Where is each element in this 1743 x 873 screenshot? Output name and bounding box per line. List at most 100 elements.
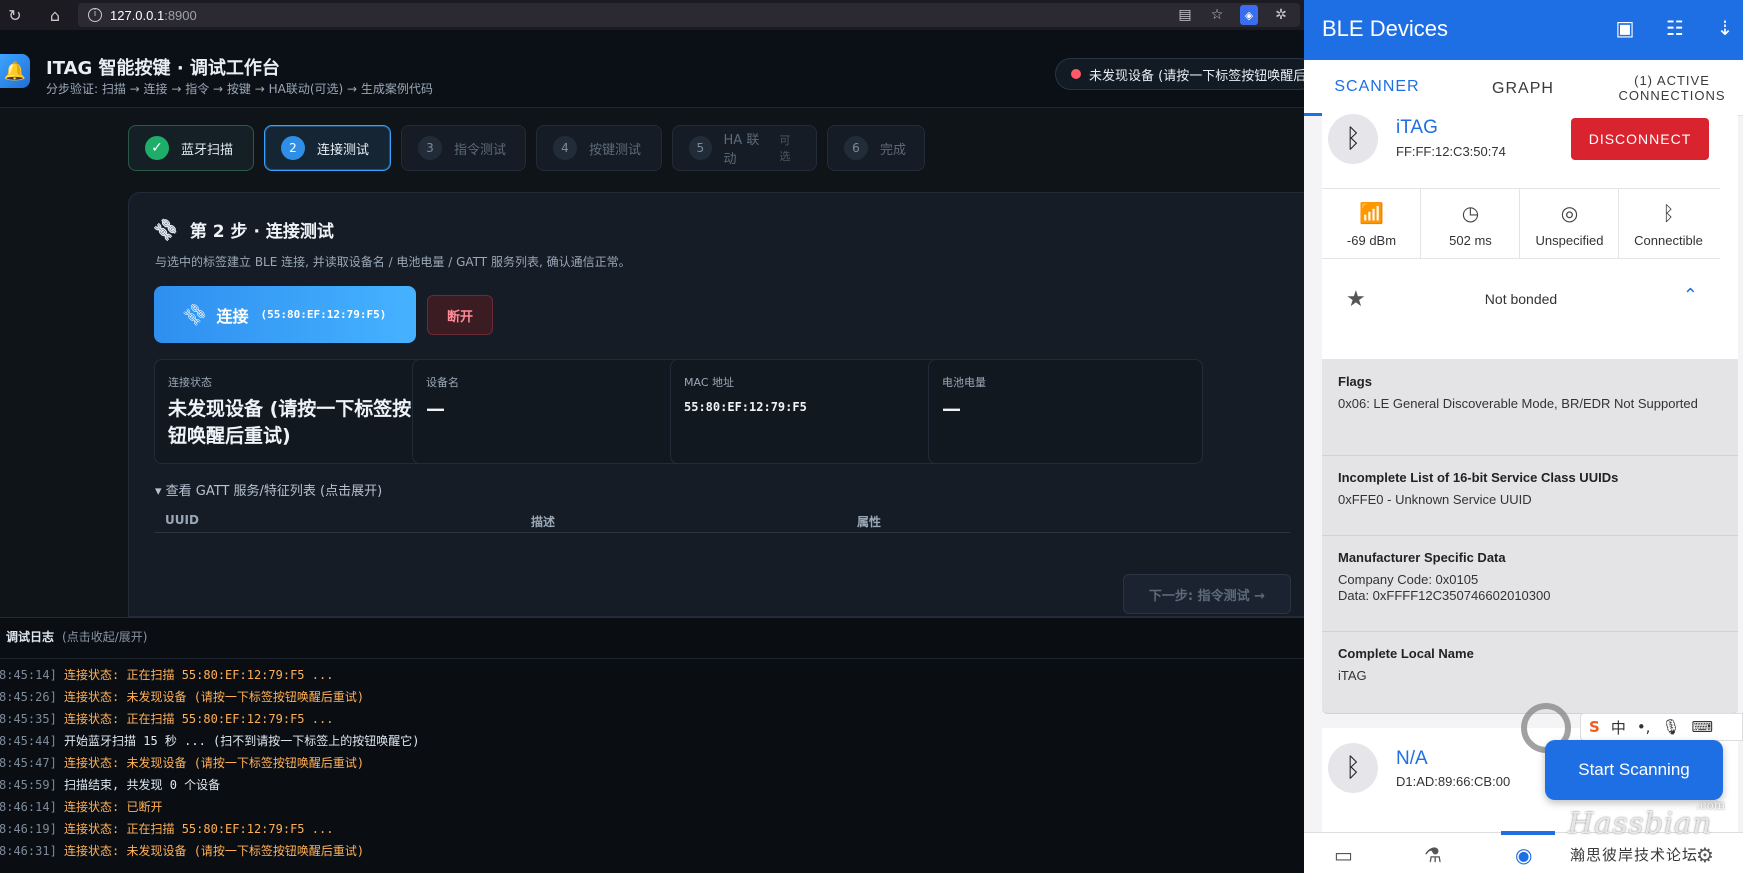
- col-desc: 描述: [531, 515, 556, 529]
- chinese-mode-icon[interactable]: 中: [1611, 717, 1626, 738]
- clock-icon: ◷: [1461, 201, 1480, 225]
- interval-metric: ◷ 502 ms: [1421, 189, 1520, 259]
- log-message: 连接状态: 正在扫描 55:80:EF:12:79:F5 ...: [56, 668, 334, 682]
- log-time: 8:45:14]: [0, 668, 57, 682]
- app-subtitle: 分步验证: 扫描 → 连接 → 指令 → 按键 → HA联动(可选) → 生成案…: [46, 82, 433, 96]
- adv-detail: 0x06: LE General Discoverable Mode, BR/E…: [1338, 396, 1698, 411]
- adv-manufacturer: Manufacturer Specific Data Company Code:…: [1322, 536, 1738, 632]
- adv-detail: iTAG: [1338, 668, 1367, 683]
- card-value: 55:80:EF:12:79:F5: [684, 400, 807, 414]
- watermark-brand: Hassbian: [1568, 806, 1713, 840]
- step-optional-tag: 可选: [779, 134, 791, 163]
- adv-local-name: Complete Local Name iTAG: [1322, 632, 1738, 714]
- home-icon[interactable]: ⌂: [40, 0, 70, 30]
- log-line: 8:46:31] 连接状态: 未发现设备 (请按一下标签按钮唤醒后重试): [0, 840, 1304, 862]
- panel-description: 与选中的标签建立 BLE 连接, 并读取设备名 / 电池电量 / GATT 服务…: [155, 255, 631, 269]
- radar-nav-icon[interactable]: ◉: [1515, 843, 1532, 867]
- microphone-icon[interactable]: 🎙: [1661, 718, 1680, 736]
- adv-title: Flags: [1338, 374, 1372, 389]
- step-command[interactable]: 3 指令测试: [401, 125, 526, 171]
- info-icon[interactable]: i: [88, 8, 102, 22]
- log-time: 8:45:47]: [0, 756, 57, 770]
- watermark: Hassbian .com 瀚思彼岸技术论坛: [1568, 798, 1743, 866]
- step-ha[interactable]: 5 HA 联动 可选: [672, 125, 817, 171]
- card-value: —: [426, 398, 445, 420]
- antenna-icon: ◎: [1560, 201, 1579, 225]
- shield-extension-icon[interactable]: ◈: [1240, 5, 1258, 25]
- card-key: 连接状态: [168, 376, 212, 389]
- punctuation-icon[interactable]: •,: [1637, 718, 1651, 736]
- step-tabs: ✓ 蓝牙扫描 2 连接测试 3 指令测试 4 按键测试 5 HA 联动 可选 6: [128, 125, 925, 171]
- connect-label: 连接: [216, 306, 249, 326]
- address-bar[interactable]: i 127.0.0.1:8900 ▤ ☆ ◈ ✲: [78, 3, 1300, 27]
- check-icon: ✓: [145, 136, 169, 160]
- connection-status-pill: 未发现设备 (请按一下标签按钮唤醒后重试): [1055, 58, 1315, 90]
- filter-sliders-icon[interactable]: ☷: [1661, 14, 1689, 42]
- conn-status-card: 连接状态 未发现设备 (请按一下标签按钮唤醒后重试): [154, 359, 429, 464]
- step-number: 5: [689, 136, 712, 160]
- battery-card: 电池电量 —: [928, 359, 1203, 464]
- adv-detail: 0xFFE0 - Unknown Service UUID: [1338, 492, 1532, 507]
- watermark-text: 瀚思彼岸技术论坛: [1570, 846, 1699, 864]
- debug-log: 调试日志 (点击收起/展开) 8:45:14] 连接状态: 正在扫描 55:80:…: [0, 617, 1304, 873]
- rssi-metric: 📶 -69 dBm: [1322, 189, 1421, 259]
- mac-card: MAC 地址 55:80:EF:12:79:F5: [670, 359, 945, 464]
- reader-mode-icon[interactable]: ▤: [1176, 5, 1194, 25]
- log-message: 连接状态: 未发现设备 (请按一下标签按钮唤醒后重试): [56, 844, 365, 858]
- sogou-logo-icon[interactable]: S: [1589, 718, 1600, 736]
- tx-value: Unspecified: [1535, 233, 1604, 248]
- devices-nav-icon[interactable]: ▭: [1334, 843, 1353, 867]
- col-uuid: UUID: [165, 513, 199, 527]
- ble-app-title: BLE Devices: [1322, 16, 1448, 41]
- start-scanning-button[interactable]: Start Scanning: [1545, 740, 1723, 800]
- adv-uuids: Incomplete List of 16-bit Service Class …: [1322, 456, 1738, 536]
- log-message: 扫描结束, 共发现 0 个设备: [56, 778, 221, 792]
- device-card-itag[interactable]: ᛒ iTAG FF:FF:12:C3:50:74 DISCONNECT 📶 -6…: [1322, 108, 1738, 360]
- adv-flags: Flags 0x06: LE General Discoverable Mode…: [1322, 360, 1738, 456]
- bond-row[interactable]: ★ Not bonded ⌃: [1322, 258, 1720, 338]
- step-connect[interactable]: 2 连接测试: [264, 125, 391, 171]
- bluetooth-icon: ᛒ: [1328, 114, 1378, 164]
- panel-title-text: 第 2 步 · 连接测试: [189, 222, 334, 242]
- chevron-up-icon[interactable]: ⌃: [1683, 285, 1698, 306]
- log-line: 8:46:19] 连接状态: 正在扫描 55:80:EF:12:79:F5 ..…: [0, 818, 1304, 840]
- log-header[interactable]: 调试日志 (点击收起/展开): [6, 628, 147, 645]
- device-name: N/A: [1396, 748, 1428, 769]
- col-props: 属性: [857, 515, 882, 529]
- log-message: 开始蓝牙扫描 15 秒 ... (扫不到请按一下标签上的按钮唤醒它): [56, 734, 420, 748]
- sort-icon[interactable]: ⇣: [1711, 14, 1739, 42]
- log-time: 8:46:19]: [0, 822, 57, 836]
- step-done[interactable]: 6 完成: [827, 125, 925, 171]
- log-message: 连接状态: 正在扫描 55:80:EF:12:79:F5 ...: [56, 822, 334, 836]
- adv-title: Complete Local Name: [1338, 646, 1474, 661]
- step-label: 按键测试: [589, 142, 642, 158]
- extensions-icon[interactable]: ✲: [1272, 5, 1290, 25]
- rssi-value: -69 dBm: [1346, 233, 1397, 248]
- step-label: 蓝牙扫描: [181, 142, 234, 158]
- bell-logo-icon: 🔔: [0, 54, 30, 88]
- bluetooth-icon: ᛒ: [1328, 743, 1378, 793]
- ble-disconnect-button[interactable]: DISCONNECT: [1571, 118, 1709, 160]
- bookmarks-icon[interactable]: ▣: [1611, 14, 1639, 42]
- step-button[interactable]: 4 按键测试: [536, 125, 662, 171]
- watermark-dotcom: .com: [1696, 798, 1726, 812]
- log-line: 8:46:14] 连接状态: 已断开: [0, 796, 1304, 818]
- log-body[interactable]: 8:45:14] 连接状态: 正在扫描 55:80:EF:12:79:F5 ..…: [0, 658, 1304, 873]
- keyboard-icon[interactable]: ⌨: [1692, 718, 1714, 736]
- flask-nav-icon[interactable]: ⚗: [1424, 843, 1442, 867]
- disconnect-button[interactable]: 断开: [427, 295, 493, 335]
- reload-icon[interactable]: ↻: [0, 0, 30, 30]
- log-time: 8:45:35]: [0, 712, 57, 726]
- app-header: 🔔 ITAG 智能按键 · 调试工作台 分步验证: 扫描 → 连接 → 指令 →…: [0, 30, 1315, 108]
- gatt-toggle[interactable]: ▾ 查看 GATT 服务/特征列表 (点击展开): [155, 480, 382, 499]
- log-time: 8:46:31]: [0, 844, 57, 858]
- connectable-value: Connectible: [1634, 233, 1703, 248]
- step-number: 4: [553, 136, 577, 160]
- step-number: 2: [281, 136, 305, 160]
- adv-title: Manufacturer Specific Data: [1338, 550, 1506, 565]
- connect-button[interactable]: ⛓ 连接 (55:80:EF:12:79:F5): [154, 286, 416, 343]
- step-scan[interactable]: ✓ 蓝牙扫描: [128, 125, 254, 171]
- bookmark-star-icon[interactable]: ☆: [1208, 5, 1226, 25]
- log-time: 8:45:44]: [0, 734, 57, 748]
- next-step-button[interactable]: 下一步: 指令测试 →: [1123, 574, 1291, 614]
